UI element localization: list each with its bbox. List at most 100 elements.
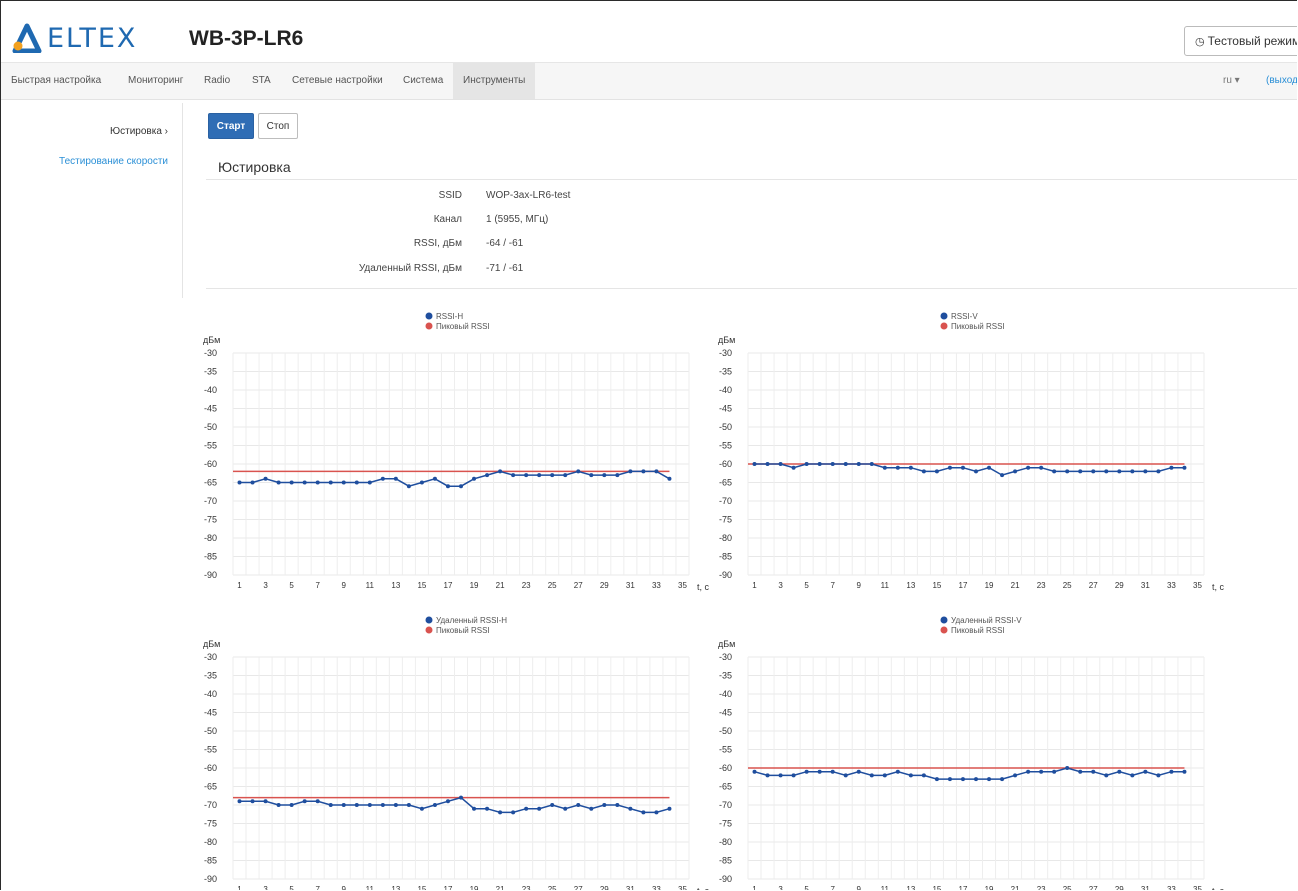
y-tick-label: -80 [204, 837, 217, 847]
x-tick-label: 31 [1141, 581, 1150, 590]
y-tick-label: -50 [719, 422, 732, 432]
data-point [445, 799, 450, 804]
nav-item-tools[interactable]: Инструменты [453, 63, 536, 99]
data-point [908, 773, 913, 778]
data-point [1052, 469, 1057, 474]
data-point [895, 769, 900, 774]
data-point [1091, 769, 1096, 774]
data-point [654, 469, 659, 474]
y-tick-label: -60 [719, 763, 732, 773]
data-point [380, 476, 385, 481]
x-tick-label: 31 [1141, 885, 1150, 890]
data-point [641, 469, 646, 474]
x-tick-label: 7 [315, 581, 320, 590]
ssid-label: SSID [438, 190, 462, 201]
data-point [302, 480, 307, 485]
x-axis-label: t, c [697, 582, 710, 592]
x-tick-label: 11 [881, 885, 890, 890]
data-point [615, 473, 620, 478]
y-tick-label: -70 [204, 800, 217, 810]
data-point [830, 462, 835, 466]
y-tick-label: -75 [204, 515, 217, 525]
stop-button[interactable]: Стоп [258, 113, 298, 139]
data-point [895, 465, 900, 470]
header: ELTEX WB-3P-LR6 ◷ Тестовый режим [1, 1, 1297, 61]
y-tick-label: -40 [204, 385, 217, 395]
y-axis-label: дБм [718, 639, 735, 649]
data-point [328, 803, 333, 807]
x-tick-label: 15 [932, 885, 941, 890]
x-tick-label: 5 [804, 581, 809, 590]
x-tick-label: 19 [985, 885, 994, 890]
data-point [393, 803, 398, 807]
divider [206, 288, 1297, 289]
nav-item-quick-setup[interactable]: Быстрая настройка [5, 63, 107, 99]
data-point [1156, 469, 1161, 474]
sidebar-item-alignment[interactable]: Юстировка › [61, 126, 168, 137]
x-tick-label: 11 [366, 885, 375, 890]
logout-link[interactable]: (выход [1266, 63, 1297, 99]
x-tick-label: 17 [959, 885, 968, 890]
x-tick-label: 11 [366, 581, 375, 590]
chart-legend: RSSI-HПиковый RSSI [425, 312, 490, 331]
x-tick-label: 17 [444, 581, 453, 590]
eltex-logo[interactable]: ELTEX [11, 23, 137, 54]
data-point [1026, 465, 1031, 470]
data-point [263, 799, 268, 804]
data-point [1117, 769, 1122, 774]
x-tick-label: 9 [857, 581, 862, 590]
x-tick-label: 31 [626, 581, 635, 590]
x-tick-label: 21 [496, 581, 505, 590]
data-point [341, 480, 346, 485]
nav-item-network[interactable]: Сетевые настройки [286, 63, 389, 99]
nav-item-radio[interactable]: Radio [198, 63, 236, 99]
test-mode-button[interactable]: ◷ Тестовый режим [1184, 26, 1297, 56]
start-button[interactable]: Старт [208, 113, 254, 139]
data-point [921, 773, 926, 778]
y-tick-label: -85 [204, 552, 217, 562]
chart-remote-rssi-v: дБм -30 -35 -40 -45 -50 -55 -60 -65 -70 -75 -80 -85 -… [718, 616, 1225, 890]
chart-legend: Удаленный RSSI-VПиковый RSSI [940, 616, 1022, 635]
data-point [524, 806, 529, 811]
y-tick-label: -60 [204, 459, 217, 469]
data-point [511, 810, 516, 815]
data-point [921, 469, 926, 474]
data-point [1039, 769, 1044, 774]
legend-marker-peak [425, 626, 433, 634]
data-point [1143, 469, 1148, 474]
x-tick-label: 27 [574, 885, 583, 890]
nav-item-sta[interactable]: STA [246, 63, 277, 99]
x-tick-label: 13 [391, 885, 400, 890]
data-point [667, 476, 672, 481]
data-point [1052, 769, 1057, 774]
x-tick-label: 25 [1063, 581, 1072, 590]
legend-marker-series [940, 616, 948, 624]
x-tick-label: 29 [600, 581, 609, 590]
y-tick-label: -70 [719, 800, 732, 810]
y-tick-label: -40 [204, 689, 217, 699]
data-point [459, 484, 463, 489]
legend-peak-label: Пиковый RSSI [436, 626, 490, 635]
data-point [1065, 469, 1070, 474]
y-tick-label: -90 [719, 570, 732, 580]
data-point [432, 476, 437, 481]
data-point [576, 803, 581, 807]
x-tick-label: 13 [391, 581, 400, 590]
nav-item-system[interactable]: Система [397, 63, 449, 99]
legend-marker-series [940, 312, 948, 320]
remote-rssi-label: Удаленный RSSI, дБм [358, 263, 462, 274]
data-point [602, 803, 607, 807]
data-point [654, 810, 659, 815]
sidebar-item-speed-test[interactable]: Тестирование скорости [41, 156, 168, 167]
legend-peak-label: Пиковый RSSI [951, 626, 1005, 635]
legend-marker-series [425, 616, 433, 624]
x-tick-label: 3 [263, 885, 268, 890]
x-tick-label: 29 [1115, 885, 1124, 890]
data-point [367, 480, 372, 485]
nav-item-monitoring[interactable]: Мониторинг [122, 63, 189, 99]
language-select[interactable]: ru ▾ [1223, 63, 1240, 99]
data-point [1182, 465, 1187, 470]
data-point [934, 777, 939, 782]
x-tick-label: 9 [342, 581, 347, 590]
data-point [289, 803, 294, 807]
